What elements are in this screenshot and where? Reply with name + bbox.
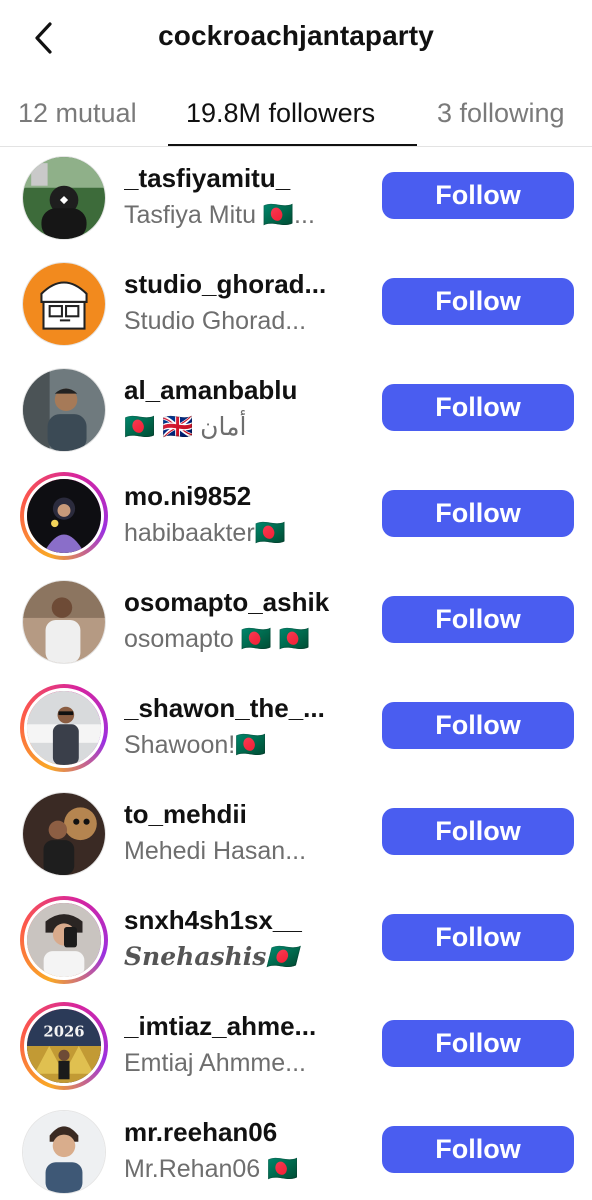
list-item[interactable]: snxh4sh1sx__ Snehashis🇧🇩 Follow xyxy=(0,890,592,996)
avatar[interactable] xyxy=(20,896,108,984)
username[interactable]: snxh4sh1sx__ xyxy=(124,904,364,936)
follow-button[interactable]: Follow xyxy=(382,490,574,537)
full-name: Snehashis🇧🇩 xyxy=(124,942,298,971)
tab-followers[interactable]: 19.8M followers xyxy=(186,98,375,129)
follow-button[interactable]: Follow xyxy=(382,914,574,961)
full-name: osomapto 🇧🇩 🇧🇩 xyxy=(124,625,310,653)
full-name: Mr.Rehan06 🇧🇩 xyxy=(124,1155,299,1183)
list-item[interactable]: osomapto_ashik osomapto 🇧🇩 🇧🇩 Follow xyxy=(0,572,592,678)
username[interactable]: osomapto_ashik xyxy=(124,586,364,618)
follow-button[interactable]: Follow xyxy=(382,384,574,431)
list-item[interactable]: _tasfiyamitu_ Tasfiya Mitu 🇧🇩... Follow xyxy=(0,148,592,254)
full-name: Mehedi Hasan... xyxy=(124,837,307,865)
tab-following[interactable]: 3 following xyxy=(437,98,565,129)
full-name: Shawoon!🇧🇩 xyxy=(124,731,267,759)
username[interactable]: to_mehdii xyxy=(124,798,364,830)
avatar-text: 2026 xyxy=(43,1024,84,1041)
follow-button[interactable]: Follow xyxy=(382,808,574,855)
page-title: cockroachjantaparty xyxy=(158,20,434,51)
avatar[interactable] xyxy=(20,1108,108,1196)
top-bar: cockroachjantaparty xyxy=(0,0,592,80)
full-name: Emtiaj Ahmme... xyxy=(124,1049,306,1077)
tab-mutual[interactable]: 12 mutual xyxy=(18,98,137,129)
username[interactable]: _shawon_the_... xyxy=(124,692,364,724)
avatar[interactable] xyxy=(20,472,108,560)
full-name: Studio Ghorad... xyxy=(124,307,307,335)
avatar[interactable]: 2026 xyxy=(20,1002,108,1090)
list-item[interactable]: 2026 _imtiaz_ahme... Emtiaj Ahmme... Fol… xyxy=(0,996,592,1102)
avatar[interactable] xyxy=(20,366,108,454)
list-item[interactable]: mo.ni9852 habibaakter🇧🇩 Follow xyxy=(0,466,592,572)
list-item[interactable]: al_amanbablu 🇧🇩 🇬🇧 أمان Follow xyxy=(0,360,592,466)
list-item[interactable]: mr.reehan06 Mr.Rehan06 🇧🇩 Follow xyxy=(0,1102,592,1200)
divider xyxy=(0,146,592,147)
full-name: Tasfiya Mitu 🇧🇩... xyxy=(124,201,315,229)
avatar[interactable] xyxy=(20,578,108,666)
list-item[interactable]: to_mehdii Mehedi Hasan... Follow xyxy=(0,784,592,890)
follow-tabs: 12 mutual 19.8M followers 3 following xyxy=(0,92,592,148)
username[interactable]: _tasfiyamitu_ xyxy=(124,162,364,194)
avatar[interactable] xyxy=(20,684,108,772)
follow-button[interactable]: Follow xyxy=(382,596,574,643)
username[interactable]: al_amanbablu xyxy=(124,374,364,406)
follow-button[interactable]: Follow xyxy=(382,278,574,325)
follow-button[interactable]: Follow xyxy=(382,702,574,749)
avatar[interactable] xyxy=(20,790,108,878)
avatar[interactable] xyxy=(20,154,108,242)
username[interactable]: studio_ghorad... xyxy=(124,268,364,300)
follow-button[interactable]: Follow xyxy=(382,172,574,219)
username[interactable]: _imtiaz_ahme... xyxy=(124,1010,364,1042)
full-name: habibaakter🇧🇩 xyxy=(124,519,286,547)
follow-button[interactable]: Follow xyxy=(382,1020,574,1067)
username[interactable]: mr.reehan06 xyxy=(124,1116,364,1148)
username[interactable]: mo.ni9852 xyxy=(124,480,364,512)
list-item[interactable]: _shawon_the_... Shawoon!🇧🇩 Follow xyxy=(0,678,592,784)
list-item[interactable]: studio_ghorad... Studio Ghorad... Follow xyxy=(0,254,592,360)
full-name: 🇧🇩 🇬🇧 أمان xyxy=(124,413,247,441)
follow-button[interactable]: Follow xyxy=(382,1126,574,1173)
avatar[interactable] xyxy=(20,260,108,348)
